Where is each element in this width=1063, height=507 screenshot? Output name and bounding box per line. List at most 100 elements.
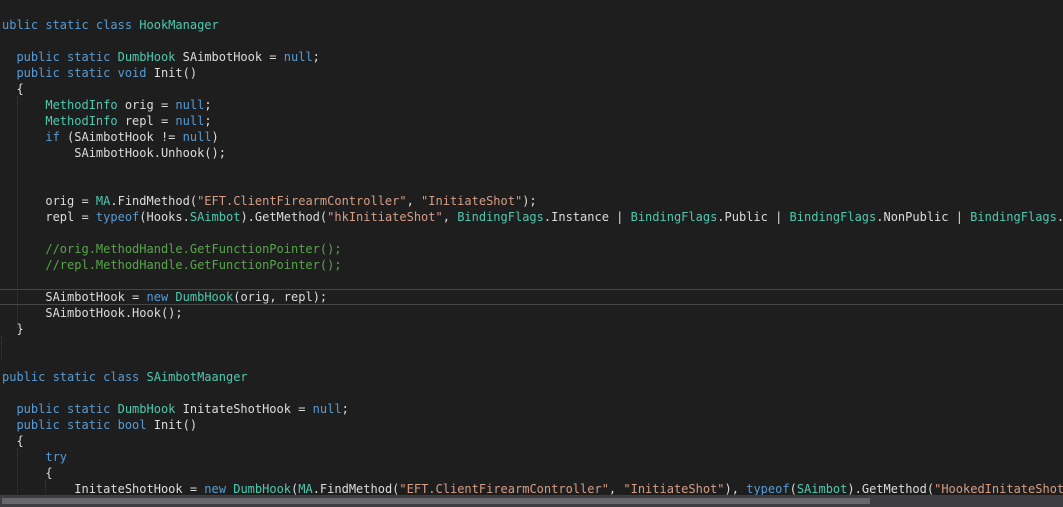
code-token: InitateShotHook = <box>2 482 205 496</box>
code-line[interactable]: SAimbotHook.Hook(); <box>0 305 183 321</box>
code-line[interactable]: SAimbotHook.Unhook(); <box>0 145 226 161</box>
code-token: "InitiateShot" <box>623 482 725 496</box>
code-token: .FindMethod( <box>312 482 400 496</box>
code-token: , <box>442 210 458 224</box>
code-line[interactable]: { <box>0 465 53 481</box>
code-token: (orig, repl); <box>233 290 328 304</box>
code-editor[interactable]: ublic static class HookManager public st… <box>0 0 1063 507</box>
code-line[interactable]: public static class SAimbotMaanger <box>0 369 248 385</box>
code-token: HookManager <box>139 18 219 32</box>
code-token: ; <box>204 98 212 112</box>
code-token: SAimbot <box>189 210 241 224</box>
code-line[interactable] <box>0 273 2 289</box>
code-token: "EFT.ClientFirearmController" <box>399 482 609 496</box>
code-token: public static <box>2 402 118 416</box>
code-token: } <box>2 322 24 336</box>
code-token: try <box>45 450 68 464</box>
code-token: DumbHook <box>117 402 176 416</box>
code-token: ; <box>312 50 320 64</box>
code-token: orig = <box>2 194 96 208</box>
code-token: if <box>45 130 60 144</box>
code-token: .Instance | <box>543 210 631 224</box>
code-line[interactable]: try <box>0 449 67 465</box>
code-line[interactable]: //repl.MethodHandle.GetFunctionPointer()… <box>0 257 342 273</box>
code-token: ublic static class <box>2 18 140 32</box>
code-token: //orig.MethodHandle.GetFunctionPointer()… <box>2 242 342 256</box>
code-token: BindingFlags <box>630 210 718 224</box>
code-token: null <box>175 114 205 128</box>
code-line[interactable]: ublic static class HookManager <box>0 17 219 33</box>
code-line[interactable]: MethodInfo repl = null; <box>0 113 212 129</box>
code-line[interactable] <box>0 225 2 241</box>
horizontal-scrollbar[interactable] <box>0 495 1063 507</box>
code-token: null <box>283 50 313 64</box>
code-line[interactable]: MethodInfo orig = null; <box>0 97 212 113</box>
code-line-current[interactable]: SAimbotHook = new DumbHook(orig, repl); <box>0 289 1063 305</box>
code-token: .FindMethod( <box>110 194 198 208</box>
code-token: SAimbotHook = <box>2 290 147 304</box>
code-token: { <box>2 466 53 480</box>
code-token: ).GetMethod( <box>847 482 935 496</box>
code-token: null <box>312 402 342 416</box>
code-line[interactable] <box>0 177 2 193</box>
code-token: DumbHook <box>233 482 292 496</box>
code-token: null <box>182 130 212 144</box>
code-token: typeof <box>746 482 790 496</box>
code-token: public static bool <box>2 418 154 432</box>
code-token: { <box>2 82 24 96</box>
code-token: , <box>406 194 422 208</box>
code-token: (Hooks. <box>139 210 190 224</box>
code-line[interactable]: //orig.MethodHandle.GetFunctionPointer()… <box>0 241 342 257</box>
code-line[interactable]: { <box>0 433 23 449</box>
code-token: new <box>204 482 226 496</box>
code-token: SAimbotHook.Hook(); <box>2 306 183 320</box>
code-token: ; <box>341 402 349 416</box>
code-line[interactable] <box>0 385 2 401</box>
code-line[interactable] <box>0 33 2 49</box>
code-line[interactable]: public static bool Init() <box>0 417 197 433</box>
code-token: "HookedInitateShot" <box>934 482 1063 496</box>
code-token: .Public | <box>717 210 790 224</box>
code-token: (SAimbotHook != <box>59 130 183 144</box>
scrollbar-thumb[interactable] <box>2 498 870 504</box>
code-token: public static <box>2 50 118 64</box>
code-token: repl = <box>117 114 176 128</box>
code-token: BindingFlags <box>789 210 877 224</box>
code-token: MethodInfo <box>45 114 118 128</box>
code-line[interactable]: { <box>0 81 24 97</box>
code-token: InitateShotHook = <box>175 402 313 416</box>
code-line[interactable]: public static DumbHook InitateShotHook =… <box>0 401 349 417</box>
code-token: .NonPublic | <box>876 210 971 224</box>
code-line[interactable] <box>0 337 2 353</box>
code-token: public static void <box>2 66 154 80</box>
code-token: MethodInfo <box>45 98 118 112</box>
code-token: Init() <box>153 66 198 80</box>
code-line[interactable]: public static void Init() <box>0 65 197 81</box>
code-token: Init() <box>153 418 198 432</box>
code-line[interactable]: repl = typeof(Hooks.SAimbot).GetMethod("… <box>0 209 1063 225</box>
code-token: "InitiateShot" <box>421 194 523 208</box>
code-token: //repl.MethodHandle.GetFunctionPointer()… <box>2 258 342 272</box>
code-token: SAimbotHook = <box>175 50 284 64</box>
code-token: orig = <box>117 98 176 112</box>
code-token: DumbHook <box>175 290 234 304</box>
code-token: , <box>608 482 624 496</box>
code-token: ); <box>522 194 537 208</box>
code-line[interactable]: public static DumbHook SAimbotHook = nul… <box>0 49 320 65</box>
code-line[interactable]: orig = MA.FindMethod("EFT.ClientFirearmC… <box>0 193 537 209</box>
code-token: MA <box>95 194 111 208</box>
code-token: new <box>146 290 169 304</box>
code-line[interactable]: } <box>0 321 24 337</box>
code-token: ; <box>204 114 212 128</box>
code-token: DumbHook <box>117 50 176 64</box>
code-line[interactable] <box>0 161 2 177</box>
code-token: null <box>175 98 205 112</box>
code-token: BindingFlags <box>970 210 1057 224</box>
code-line[interactable]: if (SAimbotHook != null) <box>0 129 218 145</box>
code-line[interactable] <box>0 353 2 369</box>
code-token: ).GetMethod( <box>240 210 328 224</box>
